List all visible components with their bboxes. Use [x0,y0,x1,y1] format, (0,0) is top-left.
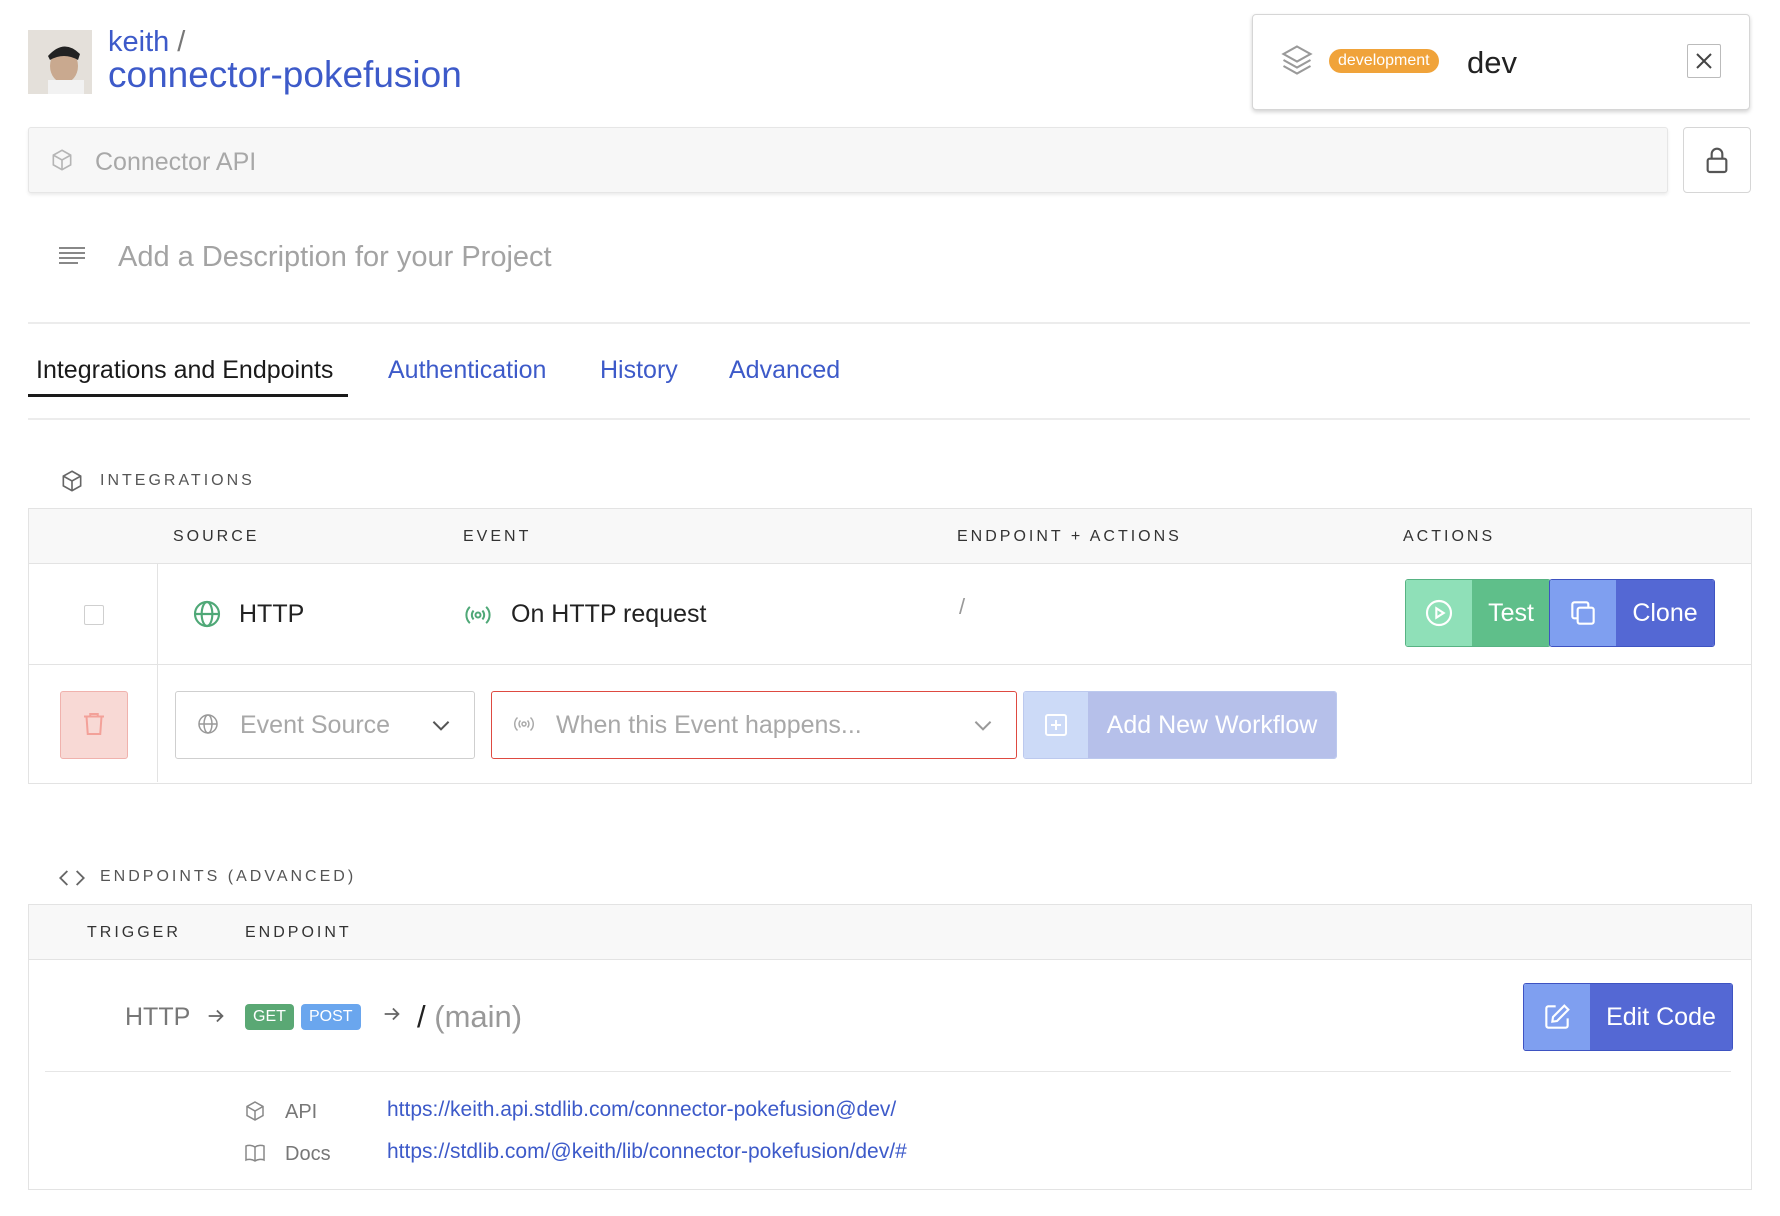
copy-icon [1550,580,1616,646]
paragraph-icon [56,240,88,272]
arrow-right-icon [381,1003,403,1025]
environment-name: dev [1467,45,1517,80]
test-button[interactable]: Test [1405,579,1551,647]
column-divider [157,665,158,782]
method-get-badge: GET [245,1004,294,1030]
column-actions: ACTIONS [1403,528,1496,545]
edit-code-label: Edit Code [1590,984,1732,1050]
event-select[interactable]: When this Event happens... [491,691,1017,759]
broadcast-icon [512,712,536,736]
edit-icon [1524,984,1590,1050]
api-url-link[interactable]: https://keith.api.stdlib.com/connector-p… [387,1098,896,1122]
plus-square-icon [1024,692,1088,758]
lock-button[interactable] [1683,127,1751,193]
tab-integrations-and-endpoints[interactable]: Integrations and Endpoints [36,356,333,385]
endpoints-title: ENDPOINTS (ADVANCED) [100,868,357,885]
clone-button-label: Clone [1616,580,1714,646]
environment-panel: development dev [1252,14,1750,110]
docs-url-link[interactable]: https://stdlib.com/@keith/lib/connector-… [387,1140,907,1164]
column-trigger: TRIGGER [87,924,181,941]
endpoint-path-slash: / [417,999,426,1034]
code-icon [58,864,86,892]
edit-code-button[interactable]: Edit Code [1523,983,1733,1051]
api-name-field[interactable]: Connector API [28,127,1668,193]
table-row: HTTP On HTTP request / Test Clone [29,564,1751,665]
divider [28,418,1750,420]
active-tab-indicator [28,394,348,397]
event-source-placeholder: Event Source [240,711,391,739]
environment-badge: development [1329,49,1439,73]
divider [28,322,1750,324]
cube-icon [49,147,75,173]
method-post-badge: POST [301,1004,361,1030]
layers-icon [1279,42,1315,78]
add-new-workflow-label: Add New Workflow [1088,692,1336,758]
api-name-label: Connector API [95,148,257,176]
globe-icon [191,598,223,630]
row-checkbox[interactable] [84,605,104,625]
project-name[interactable]: connector-pokefusion [108,54,462,96]
arrow-right-icon [205,1005,227,1027]
integrations-title: INTEGRATIONS [100,472,255,489]
divider [45,1071,1731,1072]
cube-icon [59,468,85,494]
event-label: On HTTP request [511,600,707,628]
book-icon [243,1141,267,1165]
tab-advanced[interactable]: Advanced [729,356,840,385]
delete-button[interactable] [60,691,128,759]
avatar[interactable] [28,30,92,94]
endpoint-path-suffix: (main) [434,999,523,1034]
column-divider [157,564,158,664]
clone-button[interactable]: Clone [1549,579,1715,647]
play-icon [1406,580,1472,646]
test-button-label: Test [1472,580,1550,646]
column-endpoint: ENDPOINT [245,924,352,941]
project-description[interactable]: Add a Description for your Project [118,241,552,274]
trigger-label: HTTP [125,1003,191,1031]
tab-authentication[interactable]: Authentication [388,356,546,385]
endpoint-path[interactable]: / (main) [417,999,522,1035]
event-placeholder: When this Event happens... [556,711,862,739]
chevron-down-icon [970,712,996,738]
column-event: EVENT [463,528,532,545]
endpoint-path[interactable]: / [959,594,965,620]
add-new-workflow-button[interactable]: Add New Workflow [1023,691,1337,759]
close-environment-button[interactable] [1687,44,1721,78]
docs-link-label: Docs [285,1143,331,1165]
cube-icon [243,1099,267,1123]
trash-icon [79,709,109,739]
source-label: HTTP [239,600,305,628]
api-link-label: API [285,1101,318,1123]
integrations-table: SOURCE EVENT ENDPOINT + ACTIONS ACTIONS … [28,508,1752,784]
column-endpoint-actions: ENDPOINT + ACTIONS [957,528,1182,545]
lock-icon [1701,144,1733,176]
broadcast-icon [463,600,493,630]
chevron-down-icon [428,712,454,738]
globe-icon [196,712,220,736]
event-source-select[interactable]: Event Source [175,691,475,759]
tab-history[interactable]: History [600,356,678,385]
endpoints-table: TRIGGER ENDPOINT HTTP GET POST / (main) … [28,904,1752,1190]
column-source: SOURCE [173,528,260,545]
close-icon [1688,45,1720,77]
